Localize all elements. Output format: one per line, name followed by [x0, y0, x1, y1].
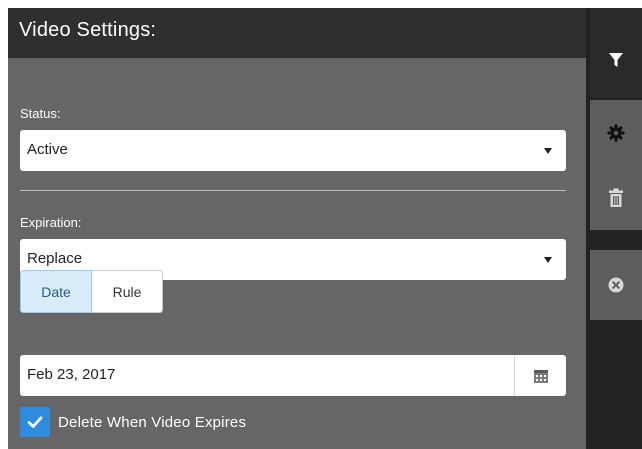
calendar-button[interactable]: [514, 355, 566, 396]
close-circle-icon: [608, 277, 624, 293]
settings-window: Video Settings: Status: Active Expiratio…: [8, 8, 642, 449]
chevron-down-icon: [544, 257, 552, 263]
gear-icon: [607, 124, 625, 141]
delete-button[interactable]: [590, 175, 642, 220]
expiration-date-value: Feb 23, 2017: [27, 366, 116, 383]
section-divider: [20, 190, 566, 191]
close-button[interactable]: [590, 250, 642, 320]
tools-group: [590, 100, 642, 230]
filter-button[interactable]: [590, 8, 642, 98]
mode-rule-button[interactable]: Rule: [92, 270, 163, 313]
delete-when-expires-checkbox[interactable]: [20, 407, 50, 437]
status-select[interactable]: Active: [20, 130, 566, 171]
delete-when-expires-label: Delete When Video Expires: [58, 413, 247, 431]
video-settings-panel: Video Settings: Status: Active Expiratio…: [8, 8, 586, 449]
expiration-label: Expiration:: [20, 215, 82, 230]
panel-title: Video Settings:: [19, 19, 157, 41]
expiration-select-value: Replace: [27, 250, 83, 267]
expiration-date-field[interactable]: Feb 23, 2017: [20, 355, 566, 396]
settings-button[interactable]: [590, 110, 642, 155]
right-toolbar: [586, 8, 642, 449]
expiration-mode-toggle: Date Rule: [20, 270, 163, 313]
delete-when-expires-option[interactable]: Delete When Video Expires: [20, 406, 246, 438]
filter-icon: [609, 53, 623, 67]
checkmark-icon: [27, 416, 43, 428]
chevron-down-icon: [544, 148, 552, 154]
calendar-icon: [533, 369, 548, 383]
status-label: Status:: [20, 106, 61, 121]
panel-header: Video Settings:: [8, 8, 586, 58]
mode-date-button[interactable]: Date: [20, 270, 92, 313]
status-select-value: Active: [27, 141, 68, 158]
trash-icon: [609, 188, 623, 207]
